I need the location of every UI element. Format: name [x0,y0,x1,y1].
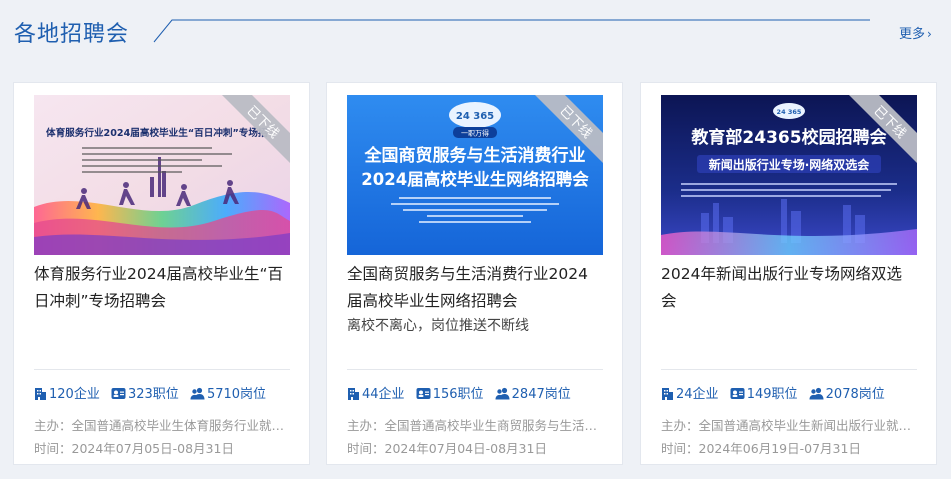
card-subtitle: 离校不离心，岗位推送不断线 [347,318,529,334]
card-host: 主办：全国普通高校毕业生商贸服务与生活消费行业就业创业促进中心 [347,418,603,433]
card-title[interactable]: 2024年新闻出版行业专场网络双选会 [661,261,917,315]
job-count: 5710岗位 [190,383,266,402]
header-decoration-line [153,19,870,43]
position-count-text: 156职位 [432,387,484,402]
job-count: 2847岗位 [495,383,571,402]
job-fair-card-3[interactable]: 24 365 教育部24365校园招聘会 新闻出版行业专场·网络双选会 已下线 … [640,82,937,465]
position-count: 156职位 [416,383,484,402]
card-stats: 120企业 323职位 5710岗位 [34,383,294,402]
id-card-icon [111,388,126,399]
card-time: 时间：2024年07月04日-08月31日 [347,441,547,456]
company-count: 24企业 [661,383,719,402]
card-stats: 44企业 156职位 2847岗位 [347,383,607,402]
people-icon [809,387,824,400]
company-count-text: 24企业 [676,387,719,402]
people-icon [495,387,510,400]
job-count-text: 5710岗位 [206,387,267,402]
card-banner[interactable]: 体育服务行业2024届高校毕业生“百日冲刺”专场招 已下线 [34,95,290,255]
card-time: 时间：2024年07月05日-08月31日 [34,441,234,456]
card-title[interactable]: 体育服务行业2024届高校毕业生“百日冲刺”专场招聘会 [34,261,290,315]
id-card-icon [730,388,745,399]
badge-logo: 24 365 一职万得 [449,102,501,138]
badge-text: 24 365 [456,111,494,122]
badge-sub-text: 一职万得 [461,129,489,138]
job-count-text: 2847岗位 [511,387,571,402]
position-count-text: 149职位 [746,387,798,402]
card-divider [347,369,603,370]
section-title: 各地招聘会 [14,22,130,47]
building-icon [35,388,46,400]
banner-headline-2: 新闻出版行业专场·网络双选会 [709,157,871,172]
section-header: 各地招聘会 更多 › [0,0,951,60]
card-banner[interactable]: 24 365 教育部24365校园招聘会 新闻出版行业专场·网络双选会 已下线 [661,95,917,255]
building-icon [662,388,673,400]
more-link[interactable]: 更多 › [899,23,932,42]
job-fair-card-1[interactable]: 体育服务行业2024届高校毕业生“百日冲刺”专场招 已下线 体育服务行业2024… [13,82,310,465]
id-card-icon [416,388,431,399]
job-count-text: 2078岗位 [825,387,885,402]
card-time: 时间：2024年06月19日-07月31日 [661,441,861,456]
banner-headline: 体育服务行业2024届高校毕业生“百日冲刺”专场招 [46,127,268,139]
position-count: 149职位 [730,383,798,402]
position-count-text: 323职位 [127,387,179,402]
banner-headline: 教育部24365校园招聘会 [690,127,886,148]
people-icon [190,387,205,400]
card-divider [34,369,290,370]
card-stats: 24企业 149职位 2078岗位 [661,383,921,402]
card-host: 主办：全国普通高校毕业生新闻出版行业就业创业促进中心 [661,418,917,433]
job-fair-card-2[interactable]: 24 365 一职万得 全国商贸服务与生活消费行业 2024届高校毕业生网络招聘… [326,82,623,465]
building-icon [348,388,359,400]
badge-text: 24 365 [777,108,802,116]
chevron-right-icon: › [927,27,932,41]
card-banner[interactable]: 24 365 一职万得 全国商贸服务与生活消费行业 2024届高校毕业生网络招聘… [347,95,603,255]
job-count: 2078岗位 [809,383,885,402]
card-title[interactable]: 全国商贸服务与生活消费行业2024届高校毕业生网络招聘会 [347,261,603,315]
card-divider [661,369,917,370]
banner-headline-2: 2024届高校毕业生网络招聘会 [361,169,589,189]
banner-headline: 全国商贸服务与生活消费行业 [364,145,586,166]
more-label: 更多 [899,27,926,42]
position-count: 323职位 [111,383,179,402]
card-host: 主办：全国普通高校毕业生体育服务行业就业创业促进中心 [34,418,290,433]
company-count: 44企业 [347,383,405,402]
company-count: 120企业 [34,383,100,402]
company-count-text: 44企业 [362,387,405,402]
company-count-text: 120企业 [49,387,100,402]
